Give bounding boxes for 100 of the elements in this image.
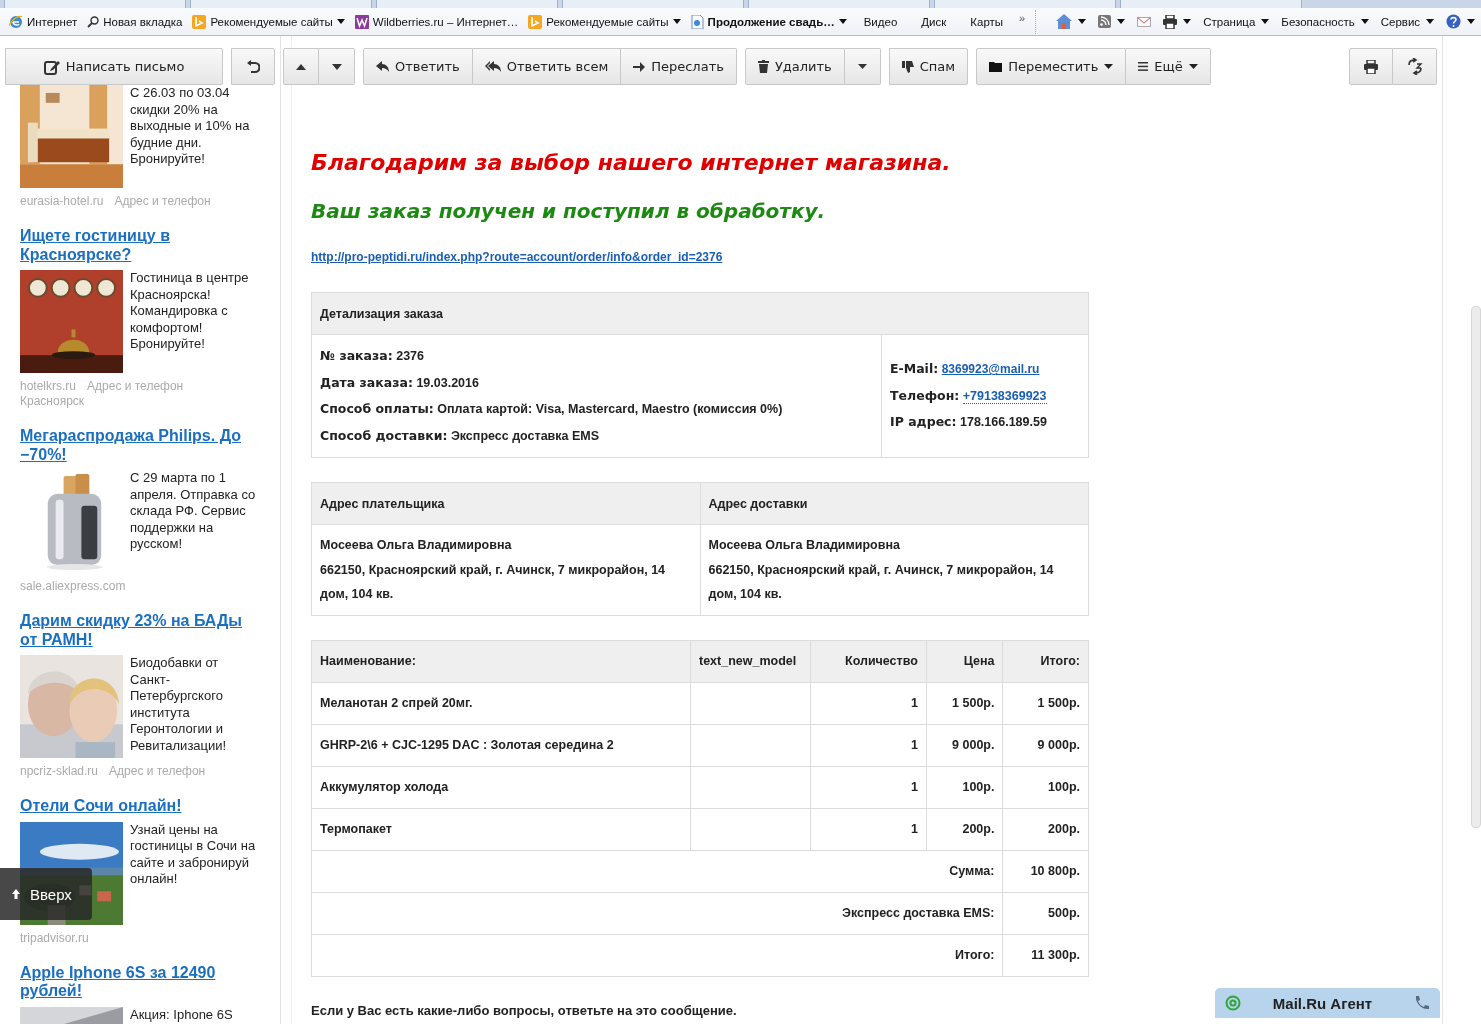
- favorites-link[interactable]: Рекомендуемые сайты: [523, 10, 686, 33]
- agent-bar[interactable]: Mail.Ru Агент: [1215, 988, 1440, 1018]
- trash-icon: [757, 60, 769, 73]
- table-cell: Термопакет: [311, 808, 691, 850]
- address-text: 662150, Красноярский край, г. Ачинск, 7 микрорайон, 14 дом, 104 кв.: [320, 561, 667, 603]
- customer-name: Мосеева Ольга Владимировна: [708, 537, 901, 554]
- toolbar-button[interactable]: Написать письмо: [5, 48, 223, 85]
- column-header: Адрес доставки: [700, 482, 1089, 525]
- field-value: 2376: [396, 349, 424, 363]
- thumbs-down-icon: [901, 60, 914, 73]
- toolbar-button[interactable]: Спам: [888, 48, 969, 85]
- more-chevron[interactable]: »: [1019, 11, 1026, 24]
- page-icon: [690, 14, 704, 29]
- field-label: IP адрес:: [890, 414, 957, 430]
- total-label: Итого:: [311, 934, 1003, 976]
- ad-title-link[interactable]: Отели Сочи онлайн!: [20, 797, 258, 816]
- field-label: Способ оплаты:: [320, 401, 434, 416]
- customer-name: Мосеева Ольга Владимировна: [320, 537, 513, 554]
- ad-text: Узнай цены на гостиницы в Сочи на сайте и забронируй онлайн!: [130, 821, 257, 888]
- order-link[interactable]: http://pro-peptidi.ru/index.php?route=account/order/info&order_id=2376: [311, 250, 723, 264]
- caret-icon: [857, 64, 867, 69]
- favorites-link[interactable]: Рекомендуемые сайты: [187, 10, 350, 33]
- scroll-up-button[interactable]: Вверх: [0, 868, 92, 920]
- envelope-icon: [1137, 16, 1152, 27]
- toolbar-button[interactable]: Ещё: [1126, 48, 1211, 85]
- favorites-link[interactable]: Wildberries.ru – Интернет…: [349, 10, 524, 33]
- command-menu[interactable]: Сервис: [1374, 15, 1441, 28]
- favorites-link[interactable]: Диск: [909, 10, 959, 33]
- toolbar-button[interactable]: Переместить: [976, 48, 1127, 85]
- column-header: Адрес плательщика: [311, 482, 700, 525]
- table-cell: 1 500р.: [926, 682, 1003, 724]
- ad-title-link[interactable]: Дарим скидку 23% на БАДы от РАМН!: [20, 612, 258, 649]
- undo-icon: [246, 59, 260, 74]
- agent-label: Mail.Ru Агент: [1271, 994, 1374, 1012]
- table-cell: 1: [810, 682, 927, 724]
- globe-icon: [9, 14, 23, 29]
- right-arrow-icon: [633, 61, 646, 72]
- field-value: Оплата картой: Visa, Mastercard, Maestro (комиссия 0%): [437, 402, 783, 416]
- toolbar-button[interactable]: Ответить всем: [472, 48, 622, 85]
- table-cell: 1: [810, 808, 927, 850]
- favorites-link[interactable]: Продолжение свадь…: [685, 10, 852, 33]
- letter-heading: Благодарим за выбор нашего интернет магазина.: [311, 150, 952, 175]
- triangle-down-icon: [331, 63, 342, 70]
- column-header: Цена: [926, 640, 1003, 682]
- total-label: Сумма:: [311, 850, 1003, 892]
- caret-icon: [1261, 19, 1270, 24]
- ad-city: Красноярск: [20, 394, 86, 409]
- edit-icon: [43, 58, 60, 75]
- search-icon: [87, 15, 100, 28]
- phone-link[interactable]: +79138369923: [962, 388, 1047, 404]
- toolbar-button[interactable]: [1393, 48, 1437, 85]
- total-label: Экспресс доставка EMS:: [311, 892, 1003, 934]
- ad-title-link[interactable]: Ищете гостиницу в Красноярске?: [20, 227, 258, 264]
- toolbar-button[interactable]: [1349, 48, 1393, 85]
- table-cell: 9 000р.: [1002, 724, 1089, 766]
- ad-text: Гостиница в центре Красноярска! Командировка с комфортом! Бронируйте!: [130, 270, 250, 353]
- table-cell: 1 500р.: [1002, 682, 1089, 724]
- swap-icon: [1406, 58, 1423, 75]
- table-cell: 100р.: [1002, 766, 1089, 808]
- field-label: Телефон:: [890, 387, 960, 403]
- caret-icon: [1188, 64, 1198, 69]
- table-cell: 1: [810, 724, 927, 766]
- scrollbar[interactable]: [1471, 306, 1481, 828]
- field-label: Дата заказа:: [320, 374, 413, 390]
- table-cell: 100р.: [926, 766, 1003, 808]
- phone-icon[interactable]: [1414, 995, 1430, 1011]
- caret-icon: [1360, 19, 1369, 24]
- command-menu[interactable]: Безопасность: [1275, 15, 1375, 28]
- total-value: 500р.: [1002, 892, 1089, 934]
- home-icon: [1056, 14, 1073, 29]
- favorites-link[interactable]: Интернет: [4, 10, 83, 33]
- toolbar-button[interactable]: Удалить: [744, 48, 845, 85]
- caret-icon: [672, 19, 681, 24]
- table-header: Детализация заказа: [311, 292, 1089, 335]
- printer-icon: [1364, 59, 1378, 74]
- footer-text: Если у Вас есть какие-либо вопросы, ответьте на это сообщение.: [311, 1002, 737, 1018]
- caret-icon: [838, 19, 847, 24]
- ad-title-link[interactable]: Apple Iphone 6S за 12490 рублей!: [20, 963, 258, 1001]
- address-text: 662150, Красноярский край, г. Ачинск, 7 микрорайон, 14 дом, 104 кв.: [708, 561, 1055, 603]
- favorites-link[interactable]: Видео: [851, 10, 910, 33]
- toolbar-button[interactable]: Ответить: [363, 48, 473, 85]
- favorites-link[interactable]: Новая вкладка: [82, 10, 188, 33]
- email-link[interactable]: 8369923@mail.ru: [941, 362, 1040, 377]
- column-header: Количество: [810, 640, 927, 682]
- total-value: 11 300р.: [1002, 934, 1089, 976]
- command-menu[interactable]: Страница: [1197, 15, 1276, 28]
- field-value: Экспресс доставка EMS: [450, 428, 600, 443]
- ad-title-link[interactable]: Мегараспродажа Philips. До −70%!: [20, 427, 258, 464]
- field-label: Способ доставки:: [320, 427, 448, 443]
- toolbar-button[interactable]: [231, 48, 275, 85]
- toolbar-button[interactable]: [283, 48, 319, 85]
- column-header: Наименование:: [311, 640, 691, 682]
- toolbar-button[interactable]: [319, 48, 355, 85]
- ad-text: Биодобавки от Санкт-Петербургского института Геронтологии и Ревитализации!: [130, 655, 228, 755]
- table-cell: Аккумулятор холода: [311, 766, 691, 808]
- table-cell: GHRP-2\6 + CJC-1295 DAC : Золотая середина 2: [311, 724, 691, 766]
- printer-icon: [1163, 14, 1178, 29]
- favorites-link[interactable]: Карты: [958, 10, 1016, 33]
- toolbar-button[interactable]: Переслать: [621, 48, 737, 85]
- field-label: E-Mail:: [890, 361, 939, 377]
